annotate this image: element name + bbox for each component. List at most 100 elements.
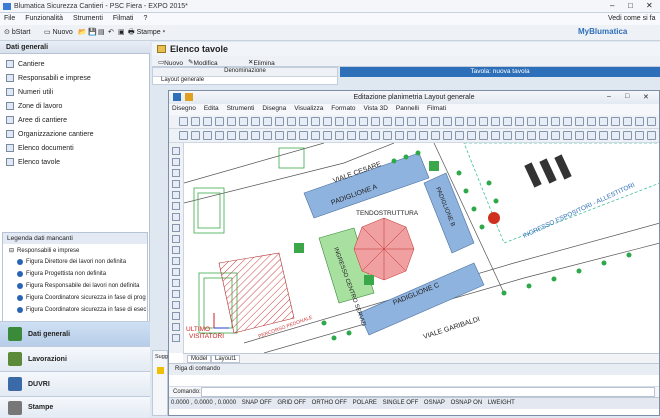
column-header[interactable]: Denominazione — [153, 68, 337, 77]
close-button[interactable]: ✕ — [646, 1, 653, 10]
cad-tool-icon[interactable] — [575, 117, 584, 126]
cad-tool-icon[interactable] — [275, 131, 284, 140]
dw-menu-strumenti[interactable]: Strumenti — [224, 104, 258, 113]
cad-tool-icon[interactable] — [172, 191, 180, 199]
cad-tool-icon[interactable] — [635, 117, 644, 126]
cad-tool-icon[interactable] — [587, 131, 596, 140]
cad-tool-icon[interactable] — [455, 131, 464, 140]
cad-tool-icon[interactable] — [172, 268, 180, 276]
cad-tool-icon[interactable] — [563, 117, 572, 126]
cad-tool-icon[interactable] — [172, 180, 180, 188]
cad-tool-icon[interactable] — [551, 131, 560, 140]
sidebar-item-numeri[interactable]: Numeri utili — [6, 86, 53, 98]
cad-tool-icon[interactable] — [347, 131, 356, 140]
single-toggle[interactable]: SINGLE OFF — [381, 398, 421, 408]
cad-tool-icon[interactable] — [575, 131, 584, 140]
cad-tool-icon[interactable] — [635, 131, 644, 140]
new-button[interactable]: ▭ Nuovo — [44, 28, 73, 36]
legend-row[interactable]: Figura Progettista non definita — [17, 271, 106, 277]
cad-tool-icon[interactable] — [172, 235, 180, 243]
cad-tool-icon[interactable] — [419, 117, 428, 126]
cad-tool-icon[interactable] — [299, 131, 308, 140]
cad-tool-icon[interactable] — [172, 312, 180, 320]
cad-tool-icon[interactable] — [623, 131, 632, 140]
cad-tool-icon[interactable] — [275, 117, 284, 126]
cad-tool-icon[interactable] — [443, 117, 452, 126]
sidebar-item-responsabili[interactable]: Responsabili e imprese — [6, 72, 91, 84]
cad-tool-icon[interactable] — [407, 117, 416, 126]
open-icon[interactable]: 📂 — [78, 28, 87, 36]
cad-tool-icon[interactable] — [407, 131, 416, 140]
cad-tool-icon[interactable] — [239, 131, 248, 140]
save-as-icon[interactable]: ▤ — [98, 28, 105, 36]
cad-tool-icon[interactable] — [359, 117, 368, 126]
sidebar-item-cantiere[interactable]: Cantiere — [6, 58, 44, 70]
cad-tool-icon[interactable] — [431, 117, 440, 126]
cad-tool-icon[interactable] — [239, 117, 248, 126]
osnap-toggle[interactable]: OSNAP ON — [449, 398, 485, 408]
cad-tool-icon[interactable] — [383, 131, 392, 140]
cad-tool-icon[interactable] — [172, 202, 180, 210]
cad-tool-icon[interactable] — [172, 301, 180, 309]
menu-help[interactable]: ? — [139, 13, 151, 24]
tab-layout1[interactable]: Layout1 — [211, 355, 241, 363]
cad-tool-icon[interactable] — [251, 117, 260, 126]
dw-close-button[interactable]: ✕ — [643, 93, 649, 101]
maximize-button[interactable]: □ — [628, 1, 633, 10]
nav-stampe[interactable]: Stampe — [0, 396, 150, 418]
polar-toggle[interactable]: POLARE — [351, 398, 379, 408]
cad-tool-icon[interactable] — [191, 117, 200, 126]
drawing-canvas[interactable]: VIALE CESARE PADIGLIONE A PADIGLIONE B P… — [183, 143, 659, 353]
cad-tool-icon[interactable] — [311, 117, 320, 126]
cad-tool-icon[interactable] — [431, 131, 440, 140]
cad-tool-icon[interactable] — [467, 117, 476, 126]
cad-tool-icon[interactable] — [172, 323, 180, 331]
cad-tool-icon[interactable] — [227, 117, 236, 126]
cad-tool-icon[interactable] — [172, 257, 180, 265]
dw-menu-filmati[interactable]: Filmati — [424, 104, 449, 113]
cad-tool-icon[interactable] — [599, 117, 608, 126]
cad-tool-icon[interactable] — [203, 117, 212, 126]
cad-tool-icon[interactable] — [227, 131, 236, 140]
cad-tool-icon[interactable] — [347, 117, 356, 126]
cad-tool-icon[interactable] — [203, 131, 212, 140]
sidebar-item-zone[interactable]: Zone di lavoro — [6, 100, 62, 112]
cad-tool-icon[interactable] — [215, 131, 224, 140]
cad-tool-icon[interactable] — [172, 334, 180, 342]
cad-tool-icon[interactable] — [172, 147, 180, 155]
cad-tool-icon[interactable] — [527, 131, 536, 140]
cad-tool-icon[interactable] — [503, 131, 512, 140]
command-input[interactable] — [201, 387, 655, 397]
cad-tool-icon[interactable] — [172, 279, 180, 287]
cad-tool-icon[interactable] — [371, 117, 380, 126]
sidebar-item-aree[interactable]: Aree di cantiere — [6, 114, 67, 126]
cad-tool-icon[interactable] — [172, 224, 180, 232]
cad-tool-icon[interactable] — [179, 117, 188, 126]
cad-tool-icon[interactable] — [323, 131, 332, 140]
cad-tool-icon[interactable] — [527, 117, 536, 126]
cad-tool-icon[interactable] — [587, 117, 596, 126]
undo-icon[interactable]: ↶ — [108, 28, 114, 36]
cad-tool-icon[interactable] — [467, 131, 476, 140]
dw-minimize-button[interactable]: – — [607, 93, 611, 100]
legend-group[interactable]: ⊟ Responsabili e imprese — [9, 247, 79, 255]
cad-tool-icon[interactable] — [299, 117, 308, 126]
legend-row[interactable]: Figura Coordinatore sicurezza in fase di… — [17, 295, 146, 301]
cad-tool-icon[interactable] — [563, 131, 572, 140]
sidebar-item-tavole[interactable]: Elenco tavole — [6, 156, 60, 168]
cad-tool-icon[interactable] — [395, 131, 404, 140]
cad-tool-icon[interactable] — [179, 131, 188, 140]
cad-tool-icon[interactable] — [647, 131, 656, 140]
legend-row[interactable]: Figura Coordinatore sicurezza in fase di… — [17, 307, 146, 313]
delete-button[interactable]: ✕ Elimina — [248, 58, 275, 67]
cad-tool-icon[interactable] — [172, 169, 180, 177]
ortho-toggle[interactable]: ORTHO OFF — [310, 398, 349, 408]
cad-tool-icon[interactable] — [515, 131, 524, 140]
minimize-button[interactable]: – — [610, 1, 614, 10]
cad-tool-icon[interactable] — [371, 131, 380, 140]
cad-tool-icon[interactable] — [623, 117, 632, 126]
cad-tool-icon[interactable] — [263, 131, 272, 140]
cad-tool-icon[interactable] — [172, 246, 180, 254]
dw-menu-disegna[interactable]: Disegna — [259, 104, 289, 113]
nav-dati-generali[interactable]: Dati generali — [0, 321, 150, 346]
